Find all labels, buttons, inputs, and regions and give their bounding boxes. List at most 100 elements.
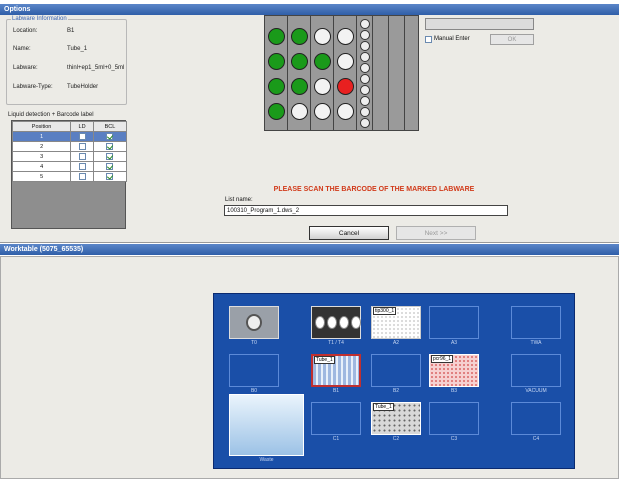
small-tube[interactable]	[360, 107, 370, 117]
deck-slot-label: T0	[251, 340, 257, 346]
position-header: Position	[11, 121, 72, 132]
worktable-titlebar: Worktable (5075_65535)	[0, 244, 619, 255]
deck-slot-b0[interactable]	[229, 354, 279, 387]
table-row[interactable]: 3	[11, 151, 128, 162]
tube[interactable]	[291, 28, 308, 45]
deck-slot-b1[interactable]: Tube_1	[311, 354, 361, 387]
labware-value: thinl+ep1_5ml+0_5ml	[67, 65, 125, 71]
bcl-checkbox[interactable]	[106, 153, 114, 160]
deck-slot-a2[interactable]: tip300_1	[371, 306, 421, 339]
list-name-input[interactable]: 100310_Program_1.dws_2	[224, 205, 508, 216]
bcl-checkbox[interactable]	[106, 173, 114, 180]
table-row[interactable]: 4	[11, 161, 128, 172]
labware-name: Tube_1	[373, 403, 394, 411]
deck-slot-c2[interactable]: Tube_1	[371, 402, 421, 435]
tube-holder-icon	[246, 314, 262, 331]
options-panel: Labware Information Location: B1 Name: T…	[0, 15, 619, 243]
name-label: Name:	[13, 46, 31, 52]
tube[interactable]	[268, 28, 285, 45]
options-titlebar: Options	[0, 4, 619, 15]
ld-checkbox[interactable]	[78, 133, 86, 140]
location-label: Location:	[13, 28, 38, 34]
tube[interactable]	[291, 53, 308, 70]
deck-slot-c1[interactable]	[311, 402, 361, 435]
small-tube[interactable]	[360, 85, 370, 95]
deck-slot-label: T1 / T4	[328, 340, 344, 346]
ld-checkbox[interactable]	[78, 173, 86, 180]
tube[interactable]	[337, 103, 354, 120]
ld-header: LD	[70, 121, 94, 132]
bcl-checkbox[interactable]	[106, 133, 114, 140]
small-tube[interactable]	[360, 96, 370, 106]
cancel-button[interactable]: Cancel	[309, 226, 389, 240]
deck-slot-label: Waste	[259, 457, 274, 463]
labware-label: Labware:	[13, 65, 38, 71]
tube-icon	[327, 316, 337, 329]
bcl-checkbox[interactable]	[106, 163, 114, 170]
deck-slot-b3[interactable]: pcr96_1	[429, 354, 479, 387]
deck-slot-waste[interactable]	[229, 394, 304, 456]
deck-slot-twa[interactable]	[511, 306, 561, 339]
deck-slot-c4[interactable]	[511, 402, 561, 435]
deck-slot-vacuum[interactable]	[511, 354, 561, 387]
small-tube[interactable]	[360, 118, 370, 128]
ld-cell	[70, 141, 94, 152]
small-tube[interactable]	[360, 41, 370, 51]
tube[interactable]	[268, 103, 285, 120]
tube[interactable]	[268, 53, 285, 70]
tube[interactable]	[314, 53, 331, 70]
table-row[interactable]: 2	[11, 141, 128, 152]
ld-cell	[70, 151, 94, 162]
small-tube[interactable]	[360, 30, 370, 40]
barcode-display	[425, 18, 534, 30]
next-button[interactable]: Next >>	[396, 226, 476, 240]
bcl-cell	[92, 161, 128, 172]
ld-cell	[70, 131, 94, 142]
position-cell: 3	[11, 151, 72, 162]
deck-slot-label: C3	[450, 436, 458, 442]
deck-slot-label: VACUUM	[525, 388, 547, 394]
tube[interactable]	[314, 28, 331, 45]
small-tube[interactable]	[360, 74, 370, 84]
tube[interactable]	[337, 28, 354, 45]
scan-message: PLEASE SCAN THE BARCODE OF THE MARKED LA…	[273, 186, 475, 193]
deck-slot-t0[interactable]	[229, 306, 279, 339]
tube[interactable]	[337, 53, 354, 70]
table-row[interactable]: 5	[11, 171, 128, 182]
bcl-header: BCL	[92, 121, 128, 132]
tube-icon	[339, 316, 349, 329]
small-tube[interactable]	[360, 19, 370, 29]
manual-enter-checkbox[interactable]	[425, 36, 432, 43]
tube[interactable]	[314, 103, 331, 120]
deck-slot-a3[interactable]	[429, 306, 479, 339]
deck-slot-c3[interactable]	[429, 402, 479, 435]
bcl-cell	[92, 171, 128, 182]
worktable-panel: T0 T1 / T4 tip300_1 A2 A3 TWA B0 Tube_1 B1 B2 pcr9…	[0, 256, 619, 479]
ok-button[interactable]: OK	[490, 34, 534, 45]
tube-icon	[315, 316, 325, 329]
name-value: Tube_1	[67, 46, 88, 52]
deck-slot-b2[interactable]	[371, 354, 421, 387]
table-row[interactable]: 1	[11, 131, 128, 142]
tube-icon	[351, 316, 361, 329]
small-tube[interactable]	[360, 52, 370, 62]
deck-slot-t1t4[interactable]	[311, 306, 361, 339]
ld-checkbox[interactable]	[78, 153, 86, 160]
deck-slot-label: A3	[450, 340, 458, 346]
worktable-deck: T0 T1 / T4 tip300_1 A2 A3 TWA B0 Tube_1 B1 B2 pcr9…	[213, 293, 575, 469]
tube[interactable]	[268, 78, 285, 95]
tube[interactable]	[291, 78, 308, 95]
bcl-checkbox[interactable]	[106, 143, 114, 150]
ld-checkbox[interactable]	[78, 163, 86, 170]
list-name-label: List name:	[225, 197, 253, 203]
deck-slot-label: TWA	[530, 340, 542, 346]
labware-type-label: Labware-Type:	[13, 84, 53, 90]
tube[interactable]	[291, 103, 308, 120]
marked-tube[interactable]	[337, 78, 354, 95]
small-tube[interactable]	[360, 63, 370, 73]
deck-slot-label: B1	[332, 388, 340, 394]
position-cell: 5	[11, 171, 72, 182]
ld-checkbox[interactable]	[78, 143, 86, 150]
tube[interactable]	[314, 78, 331, 95]
deck-slot-label: C1	[332, 436, 340, 442]
